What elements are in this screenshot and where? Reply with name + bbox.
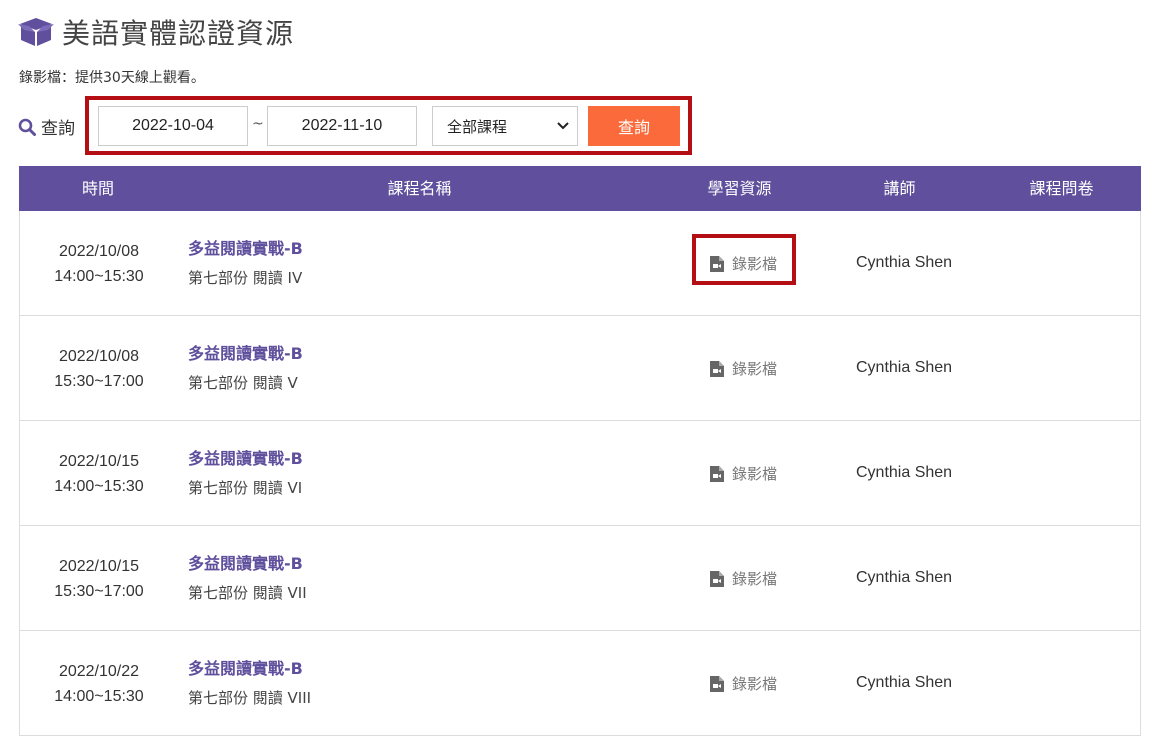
header-teacher: 講師	[883, 179, 916, 198]
session-hours: 15:30~17:00	[54, 373, 144, 390]
recording-label: 錄影檔	[732, 570, 778, 588]
header-course: 課程名稱	[387, 179, 452, 198]
session-hours: 14:00~15:30	[54, 688, 144, 705]
session-date: 2022/10/15	[58, 558, 140, 575]
end-date-input[interactable]	[267, 106, 417, 146]
course-select-value: 全部課程	[447, 117, 508, 136]
search-icon	[18, 118, 36, 136]
session-time: 2022/10/08 15:30~17:00	[20, 344, 178, 394]
recording-link[interactable]: 錄影檔	[710, 568, 777, 589]
table-row: 2022/10/08 14:00~15:30 多益閱讀實戰-B 第七部份 閱讀 …	[19, 211, 1141, 316]
session-date: 2022/10/08	[58, 348, 140, 365]
course-section: 第七部份 閱讀 VII	[188, 584, 307, 602]
recording-link[interactable]: 錄影檔	[710, 463, 777, 484]
header-time: 時間	[81, 179, 114, 198]
table-row: 2022/10/15 14:00~15:30 多益閱讀實戰-B 第七部份 閱讀 …	[19, 421, 1141, 526]
recording-label: 錄影檔	[732, 675, 778, 693]
recording-note: 錄影檔：提供30天線上觀看。	[19, 70, 205, 86]
teacher-name: Cynthia Shen	[856, 254, 953, 271]
video-file-icon	[710, 465, 724, 482]
box-icon	[18, 18, 54, 46]
teacher-name: Cynthia Shen	[856, 674, 953, 691]
video-file-icon	[710, 360, 724, 377]
page-header: 美語實體認證資源	[18, 14, 294, 50]
recording-link[interactable]: 錄影檔	[710, 673, 777, 694]
course-name: 多益閱讀實戰-B	[188, 659, 303, 678]
teacher-name: Cynthia Shen	[856, 359, 953, 376]
course-section: 第七部份 閱讀 V	[188, 374, 298, 392]
chevron-down-icon	[557, 119, 569, 133]
search-button[interactable]: 查詢	[588, 106, 680, 146]
table-row: 2022/10/22 14:00~15:30 多益閱讀實戰-B 第七部份 閱讀 …	[19, 631, 1141, 736]
session-hours: 14:00~15:30	[54, 478, 144, 495]
course-section: 第七部份 閱讀 VI	[188, 479, 303, 497]
session-hours: 14:00~15:30	[54, 268, 144, 285]
teacher-name: Cynthia Shen	[856, 464, 953, 481]
session-date: 2022/10/15	[58, 453, 140, 470]
session-time: 2022/10/22 14:00~15:30	[20, 659, 178, 709]
search-label: 查詢	[18, 114, 75, 139]
start-date-input[interactable]	[98, 106, 248, 146]
recording-label: 錄影檔	[732, 465, 778, 483]
video-file-icon	[710, 570, 724, 587]
search-label-text: 查詢	[41, 119, 75, 139]
header-resource: 學習資源	[707, 179, 772, 198]
recording-label: 錄影檔	[732, 360, 778, 378]
date-separator: ~	[252, 116, 264, 132]
course-name: 多益閱讀實戰-B	[188, 449, 303, 468]
session-time: 2022/10/08 14:00~15:30	[20, 239, 178, 289]
table-header: 時間 課程名稱 學習資源 講師 課程問卷	[19, 166, 1141, 211]
course-name: 多益閱讀實戰-B	[188, 344, 303, 363]
course-table: 時間 課程名稱 學習資源 講師 課程問卷 2022/10/08 14:00~15…	[19, 166, 1141, 736]
table-row: 2022/10/08 15:30~17:00 多益閱讀實戰-B 第七部份 閱讀 …	[19, 316, 1141, 421]
course-section: 第七部份 閱讀 IV	[188, 269, 303, 287]
session-time: 2022/10/15 14:00~15:30	[20, 449, 178, 499]
video-file-icon	[710, 675, 724, 692]
teacher-name: Cynthia Shen	[856, 569, 953, 586]
session-time: 2022/10/15 15:30~17:00	[20, 554, 178, 604]
course-select[interactable]: 全部課程	[432, 106, 578, 146]
course-name: 多益閱讀實戰-B	[188, 239, 303, 258]
header-survey: 課程問卷	[1029, 179, 1094, 198]
session-date: 2022/10/22	[58, 663, 140, 680]
table-row: 2022/10/15 15:30~17:00 多益閱讀實戰-B 第七部份 閱讀 …	[19, 526, 1141, 631]
session-hours: 15:30~17:00	[54, 583, 144, 600]
recording-link[interactable]: 錄影檔	[710, 358, 777, 379]
course-section: 第七部份 閱讀 VIII	[188, 689, 312, 707]
session-date: 2022/10/08	[58, 243, 140, 260]
course-name: 多益閱讀實戰-B	[188, 554, 303, 573]
page-title: 美語實體認證資源	[62, 17, 295, 50]
recording-highlight-box	[692, 234, 796, 285]
